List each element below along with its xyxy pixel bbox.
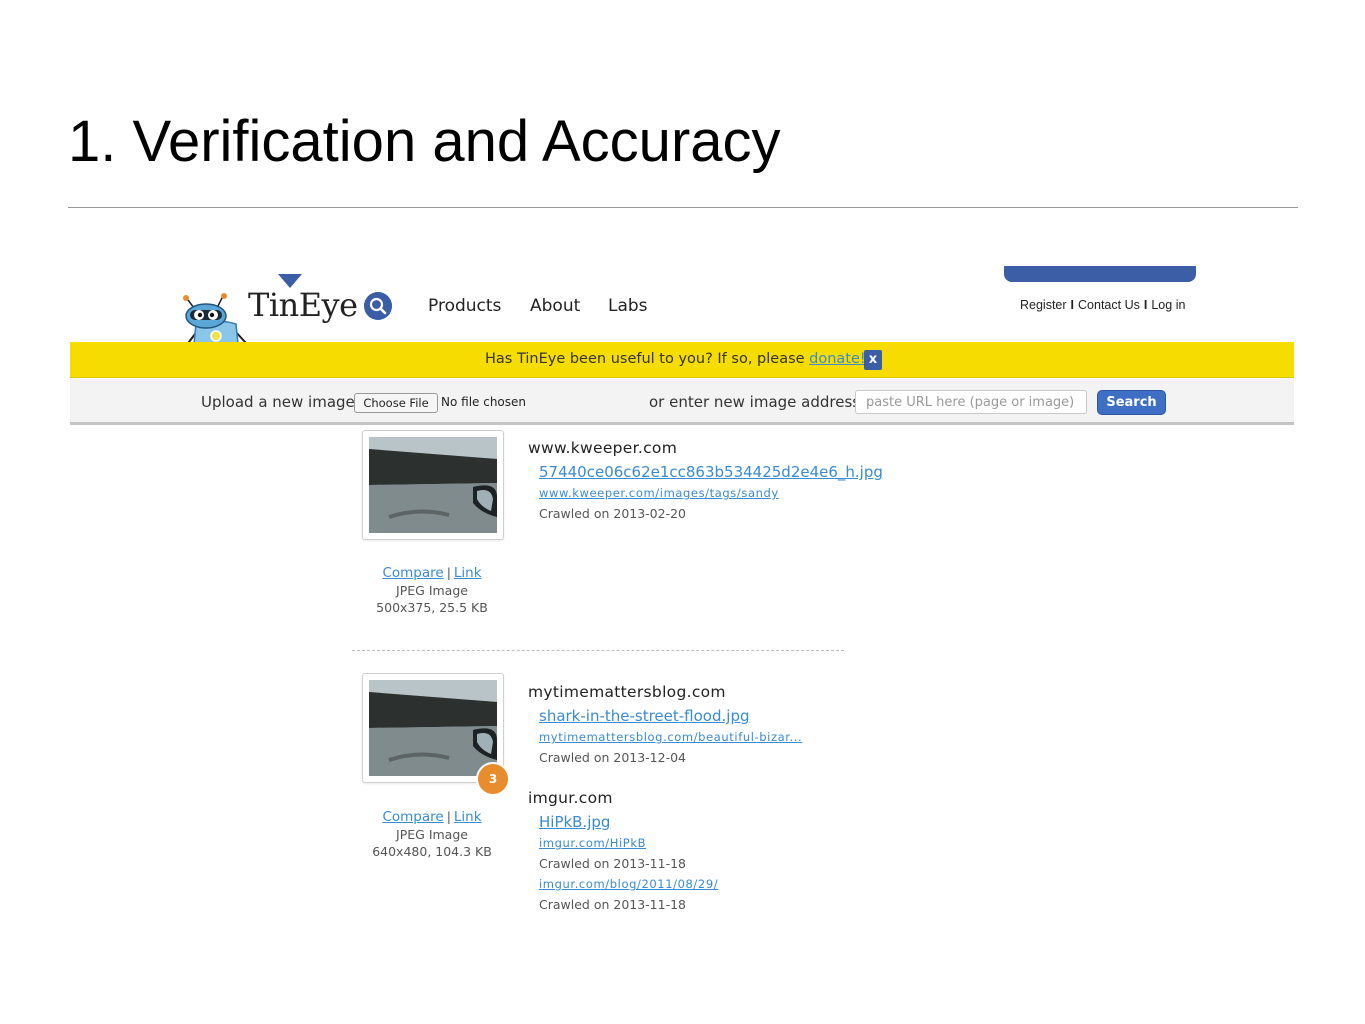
compare-link[interactable]: Compare xyxy=(382,809,443,825)
slide-title: 1. Verification and Accuracy xyxy=(68,109,781,174)
register-link[interactable]: Register xyxy=(1020,298,1067,312)
nav-products[interactable]: Products xyxy=(428,296,501,316)
image-size: 500x375, 25.5 KB xyxy=(376,600,488,615)
brand-name: TinEye xyxy=(248,286,358,324)
source-page-link[interactable]: imgur.com/blog/2011/08/29/ xyxy=(539,877,718,891)
match-count-badge: 3 xyxy=(476,762,510,796)
flood-photo-thumbnail xyxy=(369,680,497,776)
source-domain: mytimemattersblog.com xyxy=(528,683,726,701)
image-type: JPEG Image xyxy=(396,827,468,842)
result-meta: Compare | Link JPEG Image 640x480, 104.3 K… xyxy=(362,808,502,860)
crawled-date: Crawled on 2013-12-04 xyxy=(539,750,687,765)
contact-us-link[interactable]: Contact Us xyxy=(1078,298,1140,312)
account-separator: I xyxy=(1070,298,1075,312)
result-actions: Compare | Link xyxy=(362,564,502,582)
no-file-chosen-text: No file chosen xyxy=(441,395,527,409)
result-meta: Compare | Link JPEG Image 500x375, 25.5 KB xyxy=(362,564,502,616)
address-label: or enter new image address xyxy=(649,393,861,411)
donate-prompt: Has TinEye been useful to you? If so, pl… xyxy=(485,351,810,367)
top-blue-tab xyxy=(1004,266,1196,282)
source-domain: www.kweeper.com xyxy=(528,439,678,457)
image-link[interactable]: Link xyxy=(454,809,482,825)
source-page-link[interactable]: mytimemattersblog.com/beautiful-bizar... xyxy=(539,730,802,744)
choose-file-button[interactable]: Choose File xyxy=(354,393,438,413)
crawled-date: Crawled on 2013-11-18 xyxy=(539,897,687,911)
result-thumbnail[interactable] xyxy=(362,430,504,540)
image-type: JPEG Image xyxy=(396,583,468,598)
account-links: Register I Contact Us I Log in xyxy=(1020,298,1185,312)
flood-photo-thumbnail xyxy=(369,437,497,533)
log-in-link[interactable]: Log in xyxy=(1151,298,1185,312)
donate-link[interactable]: donate! xyxy=(809,351,866,367)
donate-message: Has TinEye been useful to you? If so, pl… xyxy=(485,351,866,367)
image-link[interactable]: Link xyxy=(454,565,482,581)
nav-labs[interactable]: Labs xyxy=(608,296,648,316)
title-divider xyxy=(68,207,1298,208)
upload-bar: Upload a new image Choose File No file c… xyxy=(70,379,1294,425)
source-file-link[interactable]: shark-in-the-street-flood.jpg xyxy=(539,707,749,725)
magnifier-icon xyxy=(364,292,392,320)
tineye-screenshot: TinEye Products About Labs Register I Cont… xyxy=(70,266,1294,911)
donate-banner: Has TinEye been useful to you? If so, pl… xyxy=(70,342,1294,378)
result-actions: Compare | Link xyxy=(362,808,502,826)
compare-link[interactable]: Compare xyxy=(382,565,443,581)
link-separator: | xyxy=(446,809,451,824)
url-input[interactable] xyxy=(855,390,1087,414)
source-file-link[interactable]: HiPkB.jpg xyxy=(539,813,610,831)
source-page-link[interactable]: imgur.com/HiPkB xyxy=(539,836,646,850)
nav-about[interactable]: About xyxy=(530,296,580,316)
crawled-date: Crawled on 2013-11-18 xyxy=(539,856,687,871)
close-icon[interactable]: x xyxy=(864,350,882,370)
crawled-date: Crawled on 2013-02-20 xyxy=(539,506,687,521)
source-domain: imgur.com xyxy=(528,789,613,807)
search-button[interactable]: Search xyxy=(1097,390,1166,415)
source-file-link[interactable]: 57440ce06c62e1cc863b534425d2e4e6_h.jpg xyxy=(539,463,883,481)
account-separator: I xyxy=(1143,298,1148,312)
image-size: 640x480, 104.3 KB xyxy=(372,844,492,859)
upload-label: Upload a new image xyxy=(201,393,355,411)
result-divider xyxy=(352,650,844,651)
link-separator: | xyxy=(446,565,451,580)
source-page-link[interactable]: www.kweeper.com/images/tags/sandy xyxy=(539,486,779,500)
